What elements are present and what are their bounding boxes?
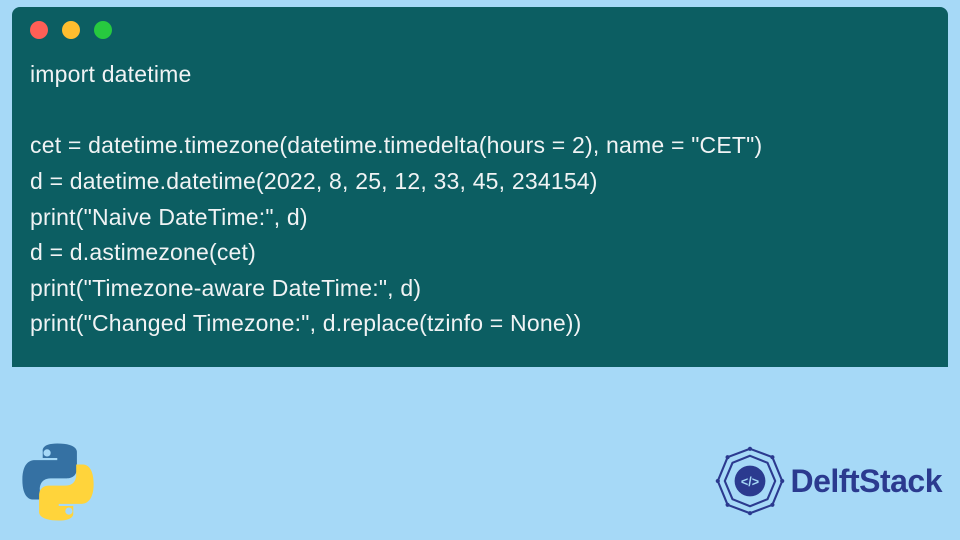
- python-icon: [18, 442, 98, 522]
- svg-text:</>: </>: [740, 475, 758, 489]
- window-controls: [30, 21, 930, 39]
- delftstack-branding: </> DelftStack: [715, 446, 943, 516]
- code-block: import datetime cet = datetime.timezone(…: [30, 57, 930, 342]
- close-dot: [30, 21, 48, 39]
- footer: </> DelftStack: [0, 420, 960, 540]
- delftstack-label: DelftStack: [791, 463, 943, 500]
- delftstack-badge-icon: </>: [715, 446, 785, 516]
- minimize-dot: [62, 21, 80, 39]
- code-window: import datetime cet = datetime.timezone(…: [12, 7, 948, 367]
- maximize-dot: [94, 21, 112, 39]
